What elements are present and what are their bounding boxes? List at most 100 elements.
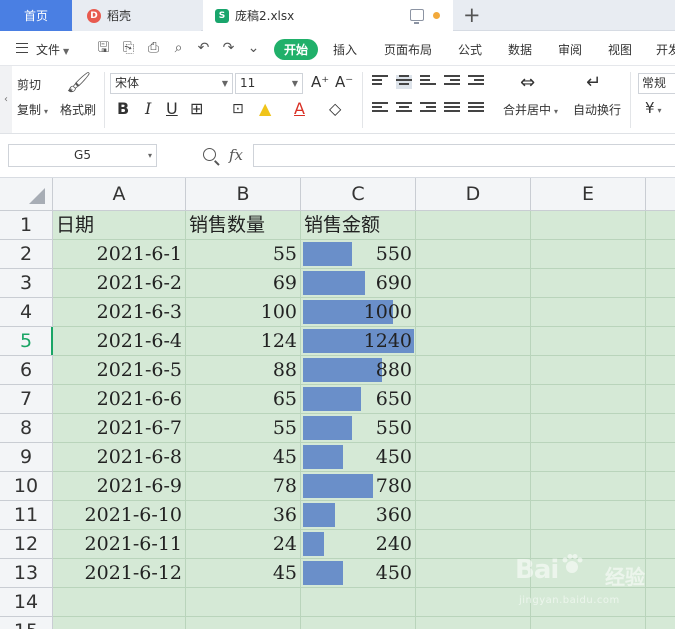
cell-b12[interactable]: 24 — [186, 530, 301, 559]
cell-f10[interactable] — [646, 472, 675, 501]
save-icon[interactable]: 🖫 — [96, 41, 111, 56]
cell-a14[interactable] — [53, 588, 186, 617]
menu-view[interactable]: 视图 — [608, 41, 632, 58]
row-header-15[interactable]: 15 — [0, 617, 53, 629]
font-name-select[interactable]: 宋体 ▼ — [110, 73, 233, 94]
cell-c12[interactable]: 240 — [301, 530, 416, 559]
export-icon[interactable]: ⎘ — [121, 41, 136, 56]
cell-d5[interactable] — [416, 327, 531, 356]
cell-a3[interactable]: 2021-6-2 — [53, 269, 186, 298]
cell-b11[interactable]: 36 — [186, 501, 301, 530]
row-header-9[interactable]: 9 — [0, 443, 53, 472]
cell-b5[interactable]: 124 — [186, 327, 301, 356]
cell-d13[interactable] — [416, 559, 531, 588]
menu-formula[interactable]: 公式 — [458, 41, 482, 58]
cell-c11[interactable]: 360 — [301, 501, 416, 530]
menu-start[interactable]: 开始 — [274, 39, 318, 60]
cell-a12[interactable]: 2021-6-11 — [53, 530, 186, 559]
copy-button[interactable]: 复制 ▾ — [17, 101, 48, 118]
cut-button[interactable]: 剪切 — [17, 76, 41, 93]
cell-b8[interactable]: 55 — [186, 414, 301, 443]
print-preview-icon[interactable]: ⌕ — [171, 41, 186, 56]
merge-center-icon[interactable]: ⇔ — [520, 72, 535, 93]
row-header-5[interactable]: 5 — [0, 327, 53, 356]
cell-b15[interactable] — [186, 617, 301, 629]
cell-a4[interactable]: 2021-6-3 — [53, 298, 186, 327]
cell-f11[interactable] — [646, 501, 675, 530]
cell-b1[interactable]: 销售数量 — [186, 211, 301, 240]
distributed-icon[interactable] — [468, 102, 484, 116]
cell-c4[interactable]: 1000 — [301, 298, 416, 327]
column-header-c[interactable]: C — [301, 178, 416, 211]
fx-icon[interactable]: fx — [229, 146, 243, 164]
bold-icon[interactable]: B — [117, 99, 129, 119]
menu-file[interactable]: 文件 ▼ — [36, 41, 69, 58]
cell-e9[interactable] — [531, 443, 646, 472]
cell-e11[interactable] — [531, 501, 646, 530]
row-header-1[interactable]: 1 — [0, 211, 53, 240]
menu-review[interactable]: 审阅 — [558, 41, 582, 58]
row-header-2[interactable]: 2 — [0, 240, 53, 269]
cell-c3[interactable]: 690 — [301, 269, 416, 298]
cell-a1[interactable]: 日期 — [53, 211, 186, 240]
cell-a2[interactable]: 2021-6-1 — [53, 240, 186, 269]
cell-c6[interactable]: 880 — [301, 356, 416, 385]
cell-f2[interactable] — [646, 240, 675, 269]
cell-d8[interactable] — [416, 414, 531, 443]
cell-e2[interactable] — [531, 240, 646, 269]
new-tab-plus-icon[interactable]: + — [463, 3, 481, 27]
column-header-b[interactable]: B — [186, 178, 301, 211]
cell-e3[interactable] — [531, 269, 646, 298]
merge-center-button[interactable]: 合并居中 ▾ — [503, 101, 558, 118]
row-header-8[interactable]: 8 — [0, 414, 53, 443]
cell-a11[interactable]: 2021-6-10 — [53, 501, 186, 530]
print-icon[interactable]: ⎙ — [146, 41, 161, 56]
cell-f4[interactable] — [646, 298, 675, 327]
cell-d7[interactable] — [416, 385, 531, 414]
cell-c14[interactable] — [301, 588, 416, 617]
align-middle-icon[interactable] — [396, 75, 412, 89]
cell-e15[interactable] — [531, 617, 646, 629]
redo-icon[interactable]: ↷ — [221, 41, 236, 56]
cell-a7[interactable]: 2021-6-6 — [53, 385, 186, 414]
cell-f15[interactable] — [646, 617, 675, 629]
cell-d4[interactable] — [416, 298, 531, 327]
cell-c8[interactable]: 550 — [301, 414, 416, 443]
select-all-corner[interactable] — [0, 178, 53, 211]
decrease-font-icon[interactable]: A⁻ — [335, 73, 353, 91]
font-color-icon[interactable]: A — [294, 99, 305, 119]
more-chevron-icon[interactable]: ⌄ — [246, 41, 261, 56]
decrease-indent-icon[interactable] — [444, 75, 460, 89]
cell-b9[interactable]: 45 — [186, 443, 301, 472]
cell-e8[interactable] — [531, 414, 646, 443]
align-right-icon[interactable] — [420, 102, 436, 116]
cell-c5[interactable]: 1240 — [301, 327, 416, 356]
format-painter-icon[interactable]: 🖌 — [66, 70, 91, 94]
cell-a5[interactable]: 2021-6-4 — [53, 327, 186, 356]
hamburger-menu-icon[interactable] — [16, 43, 28, 53]
wrap-text-icon[interactable]: ↵ — [586, 72, 601, 93]
tab-home[interactable]: 首页 — [0, 0, 72, 31]
cell-e5[interactable] — [531, 327, 646, 356]
cell-b2[interactable]: 55 — [186, 240, 301, 269]
cell-c15[interactable] — [301, 617, 416, 629]
row-header-7[interactable]: 7 — [0, 385, 53, 414]
column-header-e[interactable]: E — [531, 178, 646, 211]
monitor-icon[interactable] — [410, 9, 424, 24]
cell-d9[interactable] — [416, 443, 531, 472]
cell-b7[interactable]: 65 — [186, 385, 301, 414]
cell-d3[interactable] — [416, 269, 531, 298]
cell-b14[interactable] — [186, 588, 301, 617]
format-painter-button[interactable]: 格式刷 — [60, 101, 96, 118]
cell-d12[interactable] — [416, 530, 531, 559]
menu-page-layout[interactable]: 页面布局 — [384, 41, 432, 58]
cell-e1[interactable] — [531, 211, 646, 240]
cell-b3[interactable]: 69 — [186, 269, 301, 298]
align-bottom-icon[interactable] — [420, 75, 436, 89]
menu-insert[interactable]: 插入 — [333, 41, 357, 58]
cell-c13[interactable]: 450 — [301, 559, 416, 588]
cell-f7[interactable] — [646, 385, 675, 414]
cell-c7[interactable]: 650 — [301, 385, 416, 414]
cell-f9[interactable] — [646, 443, 675, 472]
column-header-next[interactable] — [646, 178, 675, 211]
